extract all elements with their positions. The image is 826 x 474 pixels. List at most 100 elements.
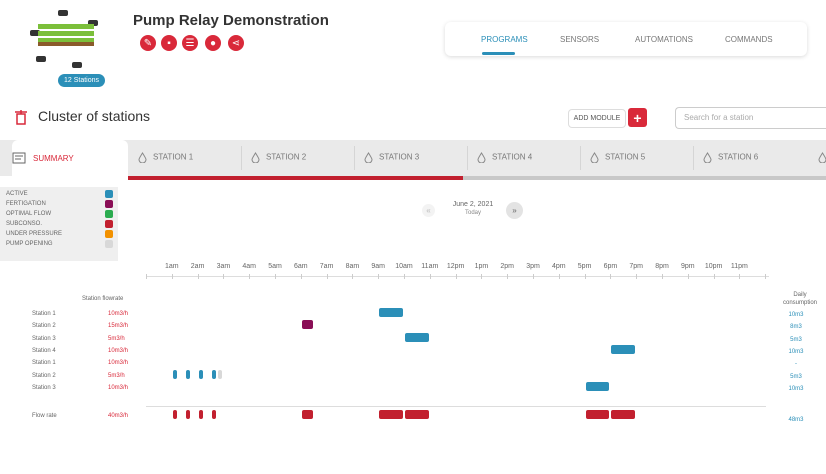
prev-day-button[interactable]: « [422, 204, 435, 217]
hour-tick [507, 274, 509, 279]
hour-label: 5am [268, 263, 282, 270]
tab-automations[interactable]: AUTOMATIONS [635, 35, 693, 44]
program-bar[interactable] [611, 344, 636, 354]
tab-station-5[interactable]: STATION 5 [590, 152, 646, 164]
station-flowrate: 5m3/h [108, 335, 125, 342]
daily-consumption: 10m3 [788, 385, 804, 392]
hour-tick [300, 274, 302, 279]
tab-station-more[interactable] [818, 152, 826, 164]
tab-station-label: STATION 3 [379, 152, 420, 162]
flow-bar[interactable] [198, 410, 204, 419]
hour-label: 8am [345, 263, 360, 270]
daily-consumption: - [795, 361, 797, 368]
tab-divider [580, 146, 581, 170]
daily-consumption: 10m3 [788, 348, 804, 355]
program-bar[interactable] [301, 320, 313, 330]
flow-bar[interactable] [172, 410, 178, 419]
flow-header: Station flowrate [82, 296, 124, 302]
active-tab-indicator [482, 52, 515, 55]
total-separator [146, 406, 766, 407]
next-day-button[interactable]: » [506, 202, 523, 219]
drop-icon [477, 152, 486, 164]
daily-consumption: 5m3 [790, 373, 802, 380]
hour-tick [455, 274, 457, 279]
hour-tick [378, 274, 380, 279]
flow-rate-label: Flow rate [32, 413, 57, 419]
hour-label: 2am [190, 263, 205, 270]
program-bar[interactable] [185, 369, 191, 379]
program-bar[interactable] [211, 369, 216, 379]
daily-consumption: 8m3 [790, 324, 802, 331]
tab-commands[interactable]: COMMANDS [725, 35, 773, 44]
hour-label: 11pm [730, 263, 748, 270]
tab-station-4[interactable]: STATION 4 [477, 152, 533, 164]
tab-station-label: STATION 4 [492, 152, 533, 162]
station-flowrate: 10m3/h [108, 360, 129, 367]
drop-icon [703, 152, 712, 164]
drop-icon [138, 152, 147, 164]
legend-swatch [105, 210, 113, 218]
hour-tick [146, 274, 147, 279]
program-bar[interactable] [379, 308, 403, 317]
tab-summary[interactable]: SUMMARY [12, 140, 128, 178]
date-display: June 2, 2021 Today [440, 200, 506, 218]
hour-tick [533, 274, 534, 279]
flow-bar[interactable] [185, 410, 191, 419]
hour-tick [249, 274, 251, 279]
flow-bar[interactable] [585, 410, 610, 419]
hour-label: 9pm [680, 263, 695, 270]
hour-label: 6am [293, 263, 308, 270]
total-flowrate: 40m3/h [108, 413, 129, 419]
share-icon[interactable]: ⋖ [228, 35, 244, 51]
drop-icon [818, 152, 826, 164]
tab-divider [467, 146, 468, 170]
hour-tick [275, 274, 276, 279]
tab-station-6[interactable]: STATION 6 [703, 152, 758, 164]
tab-divider [241, 146, 242, 170]
hour-label: 3am [216, 263, 231, 270]
hour-label: 1pm [474, 263, 489, 270]
flow-bar[interactable] [405, 410, 429, 419]
tab-station-3[interactable]: STATION 3 [364, 152, 420, 164]
station-flowrate: 5m3/h [108, 372, 125, 379]
hour-label: 7pm [629, 263, 643, 270]
hour-label: 11am [421, 263, 439, 270]
station-name: Station 4 [32, 347, 56, 354]
consumption-header: Daily consumption [782, 292, 818, 306]
daily-consumption: 10m3 [788, 312, 804, 318]
station-search-input[interactable]: Search for a station [675, 107, 826, 129]
delete-icon[interactable]: ▪ [161, 35, 177, 51]
tab-station-1[interactable]: STATION 1 [138, 152, 194, 164]
tab-sensors[interactable]: SENSORS [560, 35, 599, 44]
program-bar[interactable] [198, 369, 204, 379]
flow-bar[interactable] [611, 410, 636, 419]
station-flowrate: 15m3/h [108, 323, 129, 330]
tab-station-label: STATION 1 [153, 152, 194, 162]
hour-label: 7am [319, 263, 334, 270]
edit-icon[interactable]: ✎ [140, 35, 156, 51]
legend-swatch [105, 220, 113, 228]
program-bar[interactable] [405, 332, 429, 342]
program-bar[interactable] [585, 381, 610, 391]
tab-station-label: STATION 5 [605, 152, 646, 162]
drop-icon [590, 152, 599, 164]
flow-bar[interactable] [379, 410, 403, 419]
tab-programs[interactable]: PROGRAMS [481, 35, 528, 44]
legend-swatch [105, 230, 113, 238]
hour-label: 2pm [500, 263, 514, 270]
hour-label: 4am [242, 263, 256, 270]
flow-bar[interactable] [211, 410, 216, 419]
list-icon[interactable]: ☰ [182, 35, 198, 51]
hour-tick [636, 274, 638, 279]
flow-bar[interactable] [301, 410, 313, 419]
tab-station-label: STATION 2 [266, 152, 307, 162]
program-bar[interactable] [217, 369, 223, 379]
add-module-button[interactable]: ADD MODULE [568, 109, 626, 128]
drop-icon[interactable]: ● [205, 35, 221, 51]
tab-station-2[interactable]: STATION 2 [251, 152, 307, 164]
stations-badge[interactable]: 12 Stations [58, 74, 106, 87]
add-icon[interactable]: + [628, 108, 647, 127]
program-bar[interactable] [172, 369, 178, 379]
drop-icon [364, 152, 373, 164]
hour-tick [404, 274, 405, 279]
